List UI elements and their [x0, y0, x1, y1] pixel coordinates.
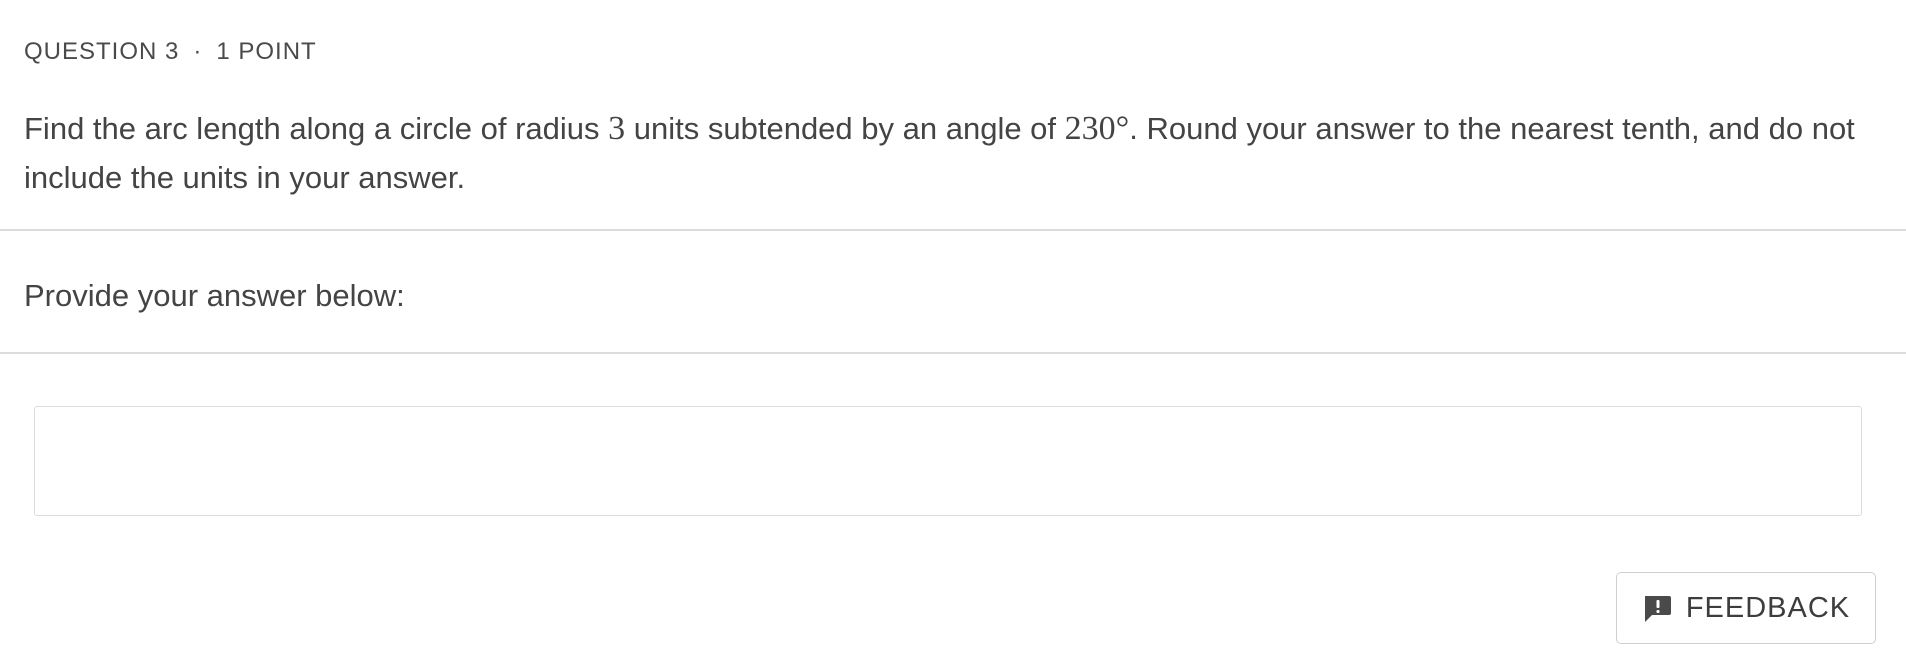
- question-points: 1 POINT: [216, 38, 317, 65]
- feedback-button[interactable]: FEEDBACK: [1616, 572, 1876, 644]
- feedback-alert-icon: [1642, 593, 1672, 623]
- feedback-label: FEEDBACK: [1685, 591, 1851, 624]
- radius-value: 3: [608, 110, 626, 147]
- header-separator: ·: [193, 38, 203, 65]
- question-text-part-1: Find the arc length along a circle of ra…: [24, 111, 609, 146]
- question-number: QUESTION 3: [24, 38, 180, 65]
- answer-input[interactable]: [34, 406, 1862, 516]
- answer-prompt: Provide your answer below:: [24, 278, 405, 313]
- question-text-part-2: units subtended by an angle of: [625, 111, 1065, 146]
- question-divider: [0, 229, 1906, 231]
- question-header: QUESTION 3 · 1 POINT: [24, 38, 317, 66]
- question-text: Find the arc length along a circle of ra…: [24, 104, 1884, 202]
- prompt-divider: [0, 352, 1906, 354]
- angle-value: 230°: [1064, 110, 1130, 147]
